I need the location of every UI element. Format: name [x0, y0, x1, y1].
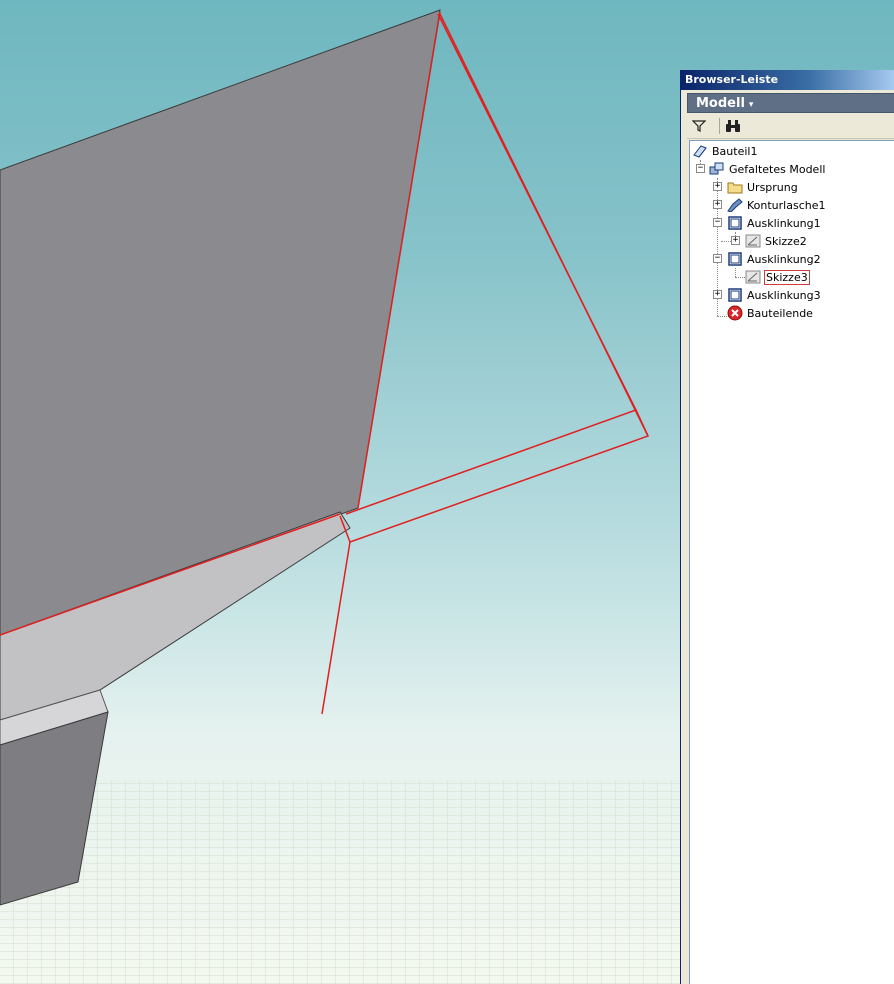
- expand-toggle[interactable]: +: [713, 182, 722, 191]
- folded-model-icon: [709, 161, 725, 177]
- tree-line: [721, 241, 731, 242]
- cut-icon: [727, 215, 743, 231]
- main-flange-face: [0, 9, 441, 636]
- expand-toggle[interactable]: +: [713, 200, 722, 209]
- tree-item-bauteil1[interactable]: Bauteil1: [692, 142, 758, 160]
- tree-item-bauteilende[interactable]: Bauteilende: [727, 304, 814, 322]
- expand-toggle[interactable]: +: [731, 236, 740, 245]
- browser-toolbar: [687, 114, 894, 139]
- contour-flange-icon: [727, 197, 743, 213]
- model-tree[interactable]: Bauteil1 − Gefaltetes Modell + Ursprung …: [689, 140, 894, 984]
- part-icon: [692, 143, 708, 159]
- ground-grid: [0, 780, 680, 984]
- collapse-toggle[interactable]: −: [713, 218, 722, 227]
- browser-panel: Browser-Leiste Modell ▾ Bauteil1 − Gefal…: [680, 70, 894, 984]
- end-of-part-icon: [727, 305, 743, 321]
- find-button[interactable]: [723, 116, 743, 136]
- sheet-metal-model[interactable]: [0, 0, 680, 984]
- sketch-icon: [745, 233, 761, 249]
- collapse-toggle[interactable]: −: [696, 164, 705, 173]
- tree-item-ausklinkung2[interactable]: Ausklinkung2: [727, 250, 822, 268]
- tree-item-gefaltetes-modell[interactable]: Gefaltetes Modell: [709, 160, 826, 178]
- filter-button[interactable]: [689, 116, 709, 136]
- model-dropdown[interactable]: Modell ▾: [687, 93, 894, 113]
- binoculars-icon: [726, 120, 740, 132]
- cut-icon: [727, 251, 743, 267]
- tree-item-skizze2[interactable]: Skizze2: [745, 232, 808, 250]
- browser-title: Browser-Leiste: [681, 70, 894, 90]
- toolbar-separator: [719, 118, 720, 134]
- folder-icon: [727, 179, 743, 195]
- tree-line: [735, 268, 736, 277]
- collapse-toggle[interactable]: −: [713, 254, 722, 263]
- tree-item-skizze3[interactable]: Skizze3: [745, 268, 810, 286]
- model-dropdown-label: Modell: [696, 96, 745, 111]
- sketch-icon: [745, 269, 761, 285]
- tree-item-ausklinkung1[interactable]: Ausklinkung1: [727, 214, 822, 232]
- filter-icon: [692, 120, 706, 132]
- cut-icon: [727, 287, 743, 303]
- tree-item-ausklinkung3[interactable]: Ausklinkung3: [727, 286, 822, 304]
- expand-toggle[interactable]: +: [713, 290, 722, 299]
- tree-item-ursprung[interactable]: Ursprung: [727, 178, 799, 196]
- tree-item-konturlasche1[interactable]: Konturlasche1: [727, 196, 827, 214]
- chevron-down-icon: ▾: [748, 100, 754, 110]
